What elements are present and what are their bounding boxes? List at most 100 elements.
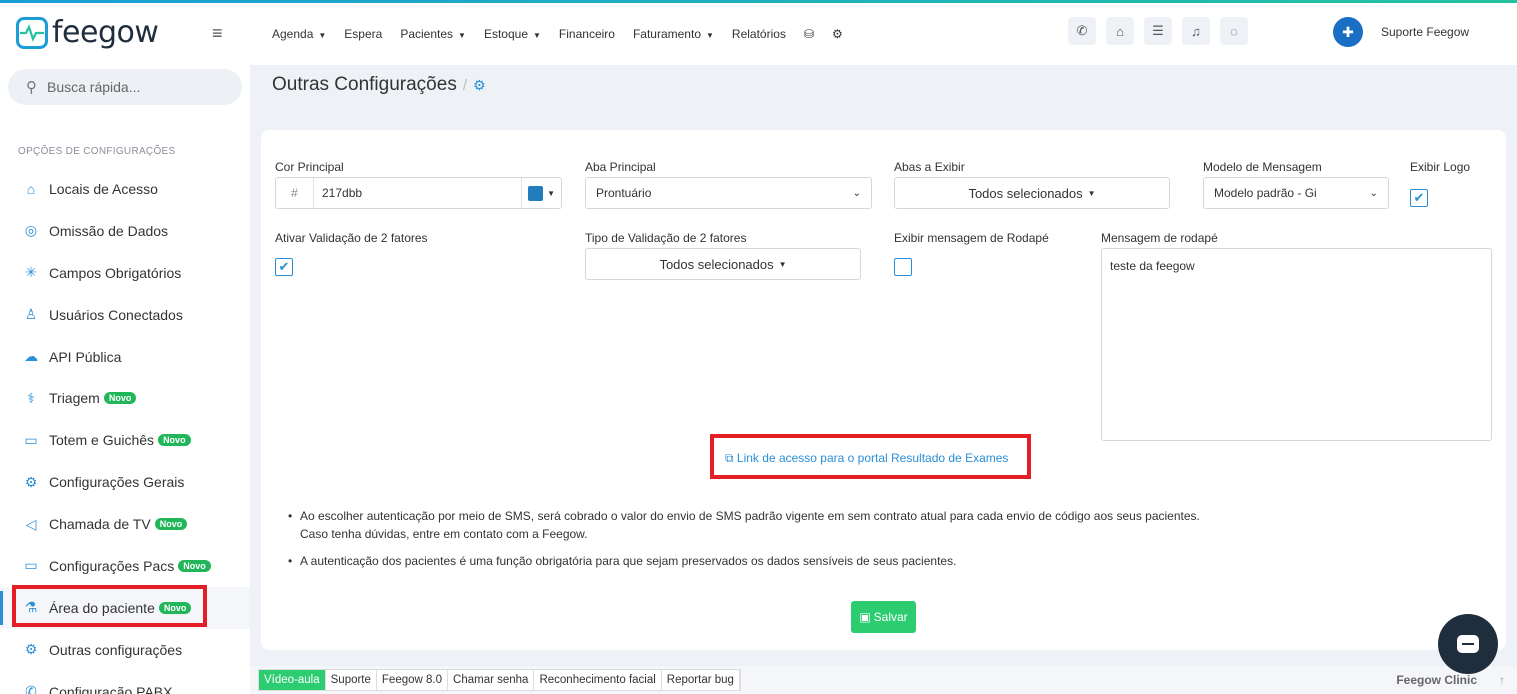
color-picker-button[interactable]: ▼ [521, 178, 561, 208]
chat-widget-button[interactable] [1438, 614, 1498, 674]
new-badge: Novo [158, 601, 192, 614]
sidebar-item-label: Usuários Conectados [49, 306, 183, 323]
stethoscope-icon: ⚕ [27, 389, 35, 406]
caret-down-icon: ▼ [458, 31, 466, 40]
inbox-icon[interactable]: ⌂ [1106, 17, 1134, 45]
footer-bar: Vídeo-aula Suporte Feegow 8.0 Chamar senha R… [250, 666, 1517, 694]
aba-principal-label: Aba Principal [585, 160, 656, 174]
sidebar-item-label: Outras configurações [49, 641, 183, 658]
footer-item[interactable]: Suporte [326, 670, 377, 690]
mensagem-rodape-textarea[interactable]: teste da feegow [1101, 248, 1492, 441]
modelo-mensagem-value: Modelo padrão - Gi [1214, 186, 1317, 200]
footer-item[interactable]: Reportar bug [662, 670, 740, 690]
tipo-validacao-label: Tipo de Validação de 2 fatores [585, 231, 747, 245]
sidebar-item-label: Totem e Guichês [49, 432, 155, 449]
phone-icon[interactable]: ✆ [1068, 17, 1096, 45]
eye-slash-icon: ◎ [24, 222, 38, 239]
sidebar-item[interactable]: ☁ API Pública [0, 336, 250, 378]
sidebar-item[interactable]: ◎ Omissão de Dados [0, 210, 250, 252]
abas-exibir-multiselect[interactable]: Todos selecionados ▼ [894, 177, 1170, 209]
database-icon[interactable]: ⛁ [804, 27, 814, 41]
sidebar-item[interactable]: ✳ Campos Obrigatórios [0, 252, 250, 294]
aba-principal-value: Prontuário [596, 186, 652, 200]
nav-item[interactable]: Estoque ▼ [484, 27, 541, 41]
sidebar-item[interactable]: ✆ Configuração PABX [0, 671, 250, 694]
color-input[interactable]: 217dbb [314, 186, 521, 200]
exibir-logo-checkbox[interactable]: ✔ [1410, 189, 1428, 207]
brand-logo[interactable]: feegow [16, 15, 159, 50]
note-item: • Ao escolher autenticação por meio de SM… [288, 509, 1200, 523]
notes-list: • Ao escolher autenticação por meio de SM… [288, 507, 1200, 570]
validacao-2f-label: Ativar Validação de 2 fatores [275, 231, 428, 245]
footer-item[interactable]: Chamar senha [448, 670, 535, 690]
search-input[interactable]: ⚲ Busca rápida... [8, 69, 242, 105]
note-item: Caso tenha dúvidas, entre em contato com… [300, 527, 588, 541]
cogs-icon: ⚙ [24, 473, 38, 490]
asterisk-icon: ✳ [25, 264, 37, 281]
sidebar-item[interactable]: ⚗ Área do paciente Novo [0, 586, 250, 629]
arrow-up-icon[interactable]: ↑ [1499, 673, 1505, 687]
gear-icon[interactable]: ⚙ [832, 27, 843, 41]
caret-down-icon: ▼ [533, 31, 541, 40]
external-link-icon: ⧉ [725, 451, 734, 465]
nav-item[interactable]: Financeiro [559, 27, 615, 41]
sidebar-item-label: Configuração PABX [49, 683, 173, 694]
sidebar-item[interactable]: ⚕ Triagem Novo [0, 377, 250, 419]
sidebar: feegow ≡ ⚲ Busca rápida... OPÇÕES DE CON… [0, 3, 250, 694]
megaphone-icon: ◁ [25, 515, 37, 532]
portal-link[interactable]: ⧉ Link de acesso para o portal Resultado… [725, 451, 1008, 466]
sidebar-item-label: Campos Obrigatórios [49, 264, 182, 281]
chat-icon [1457, 635, 1479, 653]
sidebar-item-label: Omissão de Dados [49, 222, 169, 239]
exibir-logo-label: Exibir Logo [1410, 160, 1471, 174]
exibir-rodape-checkbox[interactable] [894, 258, 912, 276]
sidebar-item[interactable]: ⚙ Configurações Gerais [0, 461, 250, 503]
nav-item[interactable]: Faturamento ▼ [633, 27, 714, 41]
building-icon: ⌂ [26, 180, 36, 197]
cor-principal-label: Cor Principal [275, 160, 344, 174]
sidebar-item-label: Triagem [49, 390, 100, 407]
chevron-down-icon: ⌄ [1369, 187, 1378, 199]
sidebar-item[interactable]: ▭ Totem e Guichês Novo [0, 419, 250, 461]
footer-brand: Feegow Clinic [1396, 673, 1477, 687]
footer-item[interactable]: Reconhecimento facial [534, 670, 662, 690]
new-badge: Novo [154, 518, 188, 531]
floppy-disk-icon: ▣ [859, 610, 871, 624]
color-swatch [528, 185, 544, 201]
sidebar-item[interactable]: ▭ Configurações Pacs Novo [0, 545, 250, 587]
aba-principal-select[interactable]: Prontuário ⌄ [585, 177, 872, 209]
sidebar-item[interactable]: ◁ Chamada de TV Novo [0, 503, 250, 545]
footer-item[interactable]: Vídeo-aula [259, 670, 326, 690]
sidebar-item[interactable]: ⚙ Outras configurações [0, 629, 250, 671]
cogs-icon: ⚙ [24, 641, 38, 658]
main-menu: Agenda ▼ Espera Pacientes ▼ Estoque ▼ Financeir… [272, 27, 861, 41]
avatar: ✚ [1333, 17, 1363, 47]
cogs-icon: ⚙ [473, 77, 486, 93]
user-menu[interactable]: ✚ Suporte Feegow [1333, 17, 1469, 47]
sidebar-item[interactable]: ♙ Usuários Conectados [0, 294, 250, 336]
nav-item[interactable]: Agenda ▼ [272, 27, 326, 41]
color-field: # 217dbb ▼ [275, 177, 562, 209]
chat-icon[interactable]: ◌ [1220, 17, 1248, 45]
bell-icon[interactable]: ♫ [1182, 17, 1210, 45]
nav-item[interactable]: Espera [344, 27, 382, 41]
nav-item[interactable]: Pacientes ▼ [400, 27, 466, 41]
action-icons: ✆ ⌂ ☰ ♫ ◌ [1068, 17, 1258, 45]
portal-link-text: Link de acesso para o portal Resultado d… [736, 451, 1009, 465]
nav-item[interactable]: Relatórios [732, 27, 786, 41]
footer-item[interactable]: Feegow 8.0 [377, 670, 449, 690]
sidebar-heading: OPÇÕES DE CONFIGURAÇÕES [18, 146, 176, 157]
tipo-validacao-multiselect[interactable]: Todos selecionados ▼ [585, 248, 861, 280]
caret-down-icon: ▼ [778, 259, 787, 269]
user-name: Suporte Feegow [1381, 25, 1470, 39]
sidebar-item[interactable]: ⌂ Locais de Acesso [0, 168, 250, 210]
modelo-mensagem-select[interactable]: Modelo padrão - Gi ⌄ [1203, 177, 1389, 209]
menu-toggle-icon[interactable]: ≡ [212, 23, 223, 44]
caret-down-icon: ▼ [318, 31, 327, 40]
top-navbar: Agenda ▼ Espera Pacientes ▼ Estoque ▼ Financeir… [250, 3, 1517, 65]
tasks-icon[interactable]: ☰ [1144, 17, 1172, 45]
validacao-2f-checkbox[interactable]: ✔ [275, 258, 293, 276]
sidebar-item-label: API Pública [49, 348, 122, 365]
cloud-upload-icon: ☁ [24, 348, 38, 364]
save-button[interactable]: ▣ Salvar [851, 601, 916, 633]
